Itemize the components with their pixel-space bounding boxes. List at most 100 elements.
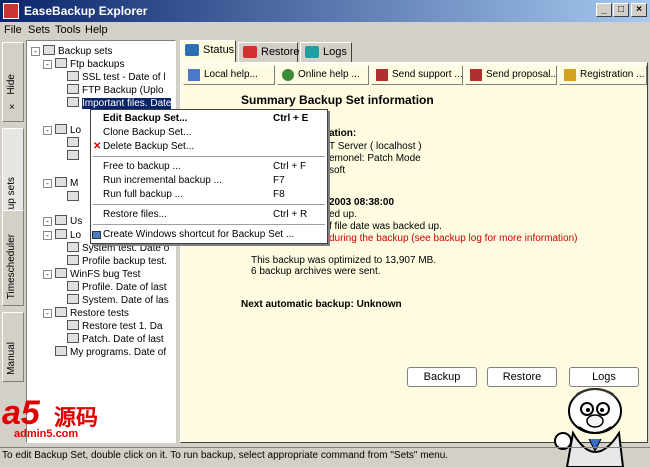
help-toolbar: Local help... Online help ... Send suppo… bbox=[183, 65, 647, 87]
menu-free-to-backup[interactable]: Free to backup ... Ctrl + F bbox=[91, 160, 327, 174]
tree-item-selected[interactable]: Important files. Date bbox=[67, 97, 172, 109]
backup-set-icon bbox=[67, 137, 79, 147]
folder-icon bbox=[55, 229, 67, 239]
menu-file[interactable]: File bbox=[4, 24, 22, 36]
folder-icon bbox=[43, 45, 55, 55]
tab-logs[interactable]: Logs bbox=[300, 42, 352, 62]
watermark-logo: a5 源码 admin5.com bbox=[2, 396, 132, 442]
backup-set-icon bbox=[67, 320, 79, 330]
shortcut-icon bbox=[92, 231, 101, 239]
menu-tools[interactable]: Tools bbox=[55, 24, 81, 36]
folder-icon bbox=[55, 268, 67, 278]
tree-root[interactable]: - Backup sets bbox=[31, 45, 112, 57]
tree-item[interactable]: SSL test - Date of l bbox=[67, 71, 166, 83]
minimize-button[interactable]: _ bbox=[596, 3, 612, 17]
tree-item[interactable]: - Lo bbox=[43, 124, 81, 136]
menu-run-full-backup[interactable]: Run full backup ... F8 bbox=[91, 188, 327, 202]
watermark-site: admin5.com bbox=[14, 428, 79, 440]
summary-line: ation: bbox=[329, 128, 357, 139]
window-title: EaseBackup Explorer bbox=[24, 4, 148, 18]
tree-item[interactable]: - Lo bbox=[43, 229, 81, 241]
key-icon bbox=[564, 69, 576, 81]
tree-item[interactable]: My programs. Date of bbox=[55, 346, 166, 358]
menu-delete-backup-set[interactable]: ✕ Delete Backup Set... bbox=[91, 140, 327, 154]
summary-line: This backup was optimized to 13,907 MB. bbox=[251, 255, 437, 266]
side-tab-timescheduler-label: Timescheduler bbox=[6, 233, 17, 299]
book-icon bbox=[188, 69, 200, 81]
tree-item[interactable]: FTP Backup (Uplo bbox=[67, 84, 164, 96]
tree-item[interactable]: Profile. Date of last bbox=[67, 281, 166, 293]
tab-restore[interactable]: Restore bbox=[238, 42, 300, 62]
tree-item[interactable] bbox=[67, 191, 82, 203]
summary-line: soft bbox=[329, 165, 346, 176]
summary-line: T Server ( localhost ) bbox=[329, 141, 422, 152]
tree-item[interactable] bbox=[67, 137, 82, 149]
backup-set-icon bbox=[67, 333, 79, 343]
menu-help[interactable]: Help bbox=[85, 24, 108, 36]
globe-icon bbox=[282, 69, 294, 81]
tree-item[interactable]: -M bbox=[43, 177, 78, 189]
backup-set-icon bbox=[67, 150, 79, 160]
summary-line: 2003 08:38:00 bbox=[329, 197, 395, 208]
backup-set-icon bbox=[67, 71, 79, 81]
tab-status[interactable]: Status bbox=[180, 40, 236, 62]
menu-run-incremental-backup[interactable]: Run incremental backup ... F7 bbox=[91, 174, 327, 188]
status-bar: To edit Backup Set, double click on it. … bbox=[0, 447, 650, 465]
tree-item[interactable]: Restore test 1. Da bbox=[67, 320, 163, 332]
folder-icon bbox=[55, 215, 67, 225]
menu-separator bbox=[93, 156, 325, 157]
folder-icon bbox=[55, 58, 67, 68]
folder-icon bbox=[55, 307, 67, 317]
summary-line: 6 backup archives were sent. bbox=[251, 266, 381, 277]
side-tab-timescheduler[interactable]: Timescheduler bbox=[2, 210, 24, 306]
backup-set-icon bbox=[67, 255, 79, 265]
maximize-button[interactable]: □ bbox=[613, 3, 629, 17]
tree-item[interactable]: - Ftp backups bbox=[43, 58, 124, 70]
backup-set-icon bbox=[67, 294, 79, 304]
menu-clone-backup-set[interactable]: Clone Backup Set... bbox=[91, 126, 327, 140]
side-tab-manual-label: Manual bbox=[6, 342, 17, 375]
menu-separator bbox=[93, 224, 325, 225]
tree-item[interactable]: Patch. Date of last bbox=[67, 333, 164, 345]
delete-icon: ✕ bbox=[93, 141, 102, 152]
folder-icon bbox=[55, 177, 67, 187]
menu-sets[interactable]: Sets bbox=[28, 24, 50, 36]
send-proposal-button[interactable]: Send proposal... bbox=[465, 65, 557, 85]
menu-restore-files[interactable]: Restore files... Ctrl + R bbox=[91, 208, 327, 222]
flag-icon bbox=[376, 69, 388, 81]
backup-set-icon bbox=[67, 97, 79, 107]
context-menu: Edit Backup Set... Ctrl + E Clone Backup … bbox=[90, 109, 328, 244]
menu-bar: File Sets Tools Help bbox=[0, 22, 650, 40]
tree-item[interactable] bbox=[67, 150, 82, 162]
side-tab-hide-label: Hide bbox=[6, 74, 17, 95]
folder-icon bbox=[55, 124, 67, 134]
title-bar: EaseBackup Explorer _ □ × bbox=[0, 0, 650, 22]
side-tabs: Hide × Backup sets Timescheduler Manual bbox=[2, 42, 24, 442]
summary-warning: during the backup (see backup log for mo… bbox=[329, 233, 578, 244]
menu-create-shortcut[interactable]: Create Windows shortcut for Backup Set .… bbox=[91, 228, 327, 242]
tree-item[interactable]: - WinFS bug Test bbox=[43, 268, 140, 280]
flag-icon bbox=[470, 69, 482, 81]
backup-set-icon bbox=[55, 346, 67, 356]
close-icon: × bbox=[9, 102, 15, 113]
tree-item[interactable]: System. Date of las bbox=[67, 294, 169, 306]
app-icon bbox=[3, 3, 19, 19]
backup-button[interactable]: Backup bbox=[407, 367, 477, 387]
watermark-brand: a5 bbox=[2, 394, 40, 432]
side-tab-manual[interactable]: Manual bbox=[2, 312, 24, 382]
tree-item[interactable]: Profile backup test. bbox=[67, 255, 167, 267]
backup-set-icon bbox=[67, 191, 79, 201]
online-help-button[interactable]: Online help ... bbox=[277, 65, 369, 85]
registration-button[interactable]: Registration ... bbox=[559, 65, 647, 85]
local-help-button[interactable]: Local help... bbox=[183, 65, 275, 85]
side-tab-hide[interactable]: Hide × bbox=[2, 42, 24, 122]
menu-edit-backup-set[interactable]: Edit Backup Set... Ctrl + E bbox=[91, 112, 327, 126]
close-button[interactable]: × bbox=[631, 3, 647, 17]
restore-button[interactable]: Restore bbox=[487, 367, 557, 387]
send-support-button[interactable]: Send support ... bbox=[371, 65, 463, 85]
tree-item[interactable]: - Restore tests bbox=[43, 307, 129, 319]
logs-icon bbox=[305, 46, 319, 58]
tree-item[interactable]: - Us bbox=[43, 215, 82, 227]
status-icon bbox=[185, 44, 199, 56]
summary-line: ed up. bbox=[329, 209, 357, 220]
